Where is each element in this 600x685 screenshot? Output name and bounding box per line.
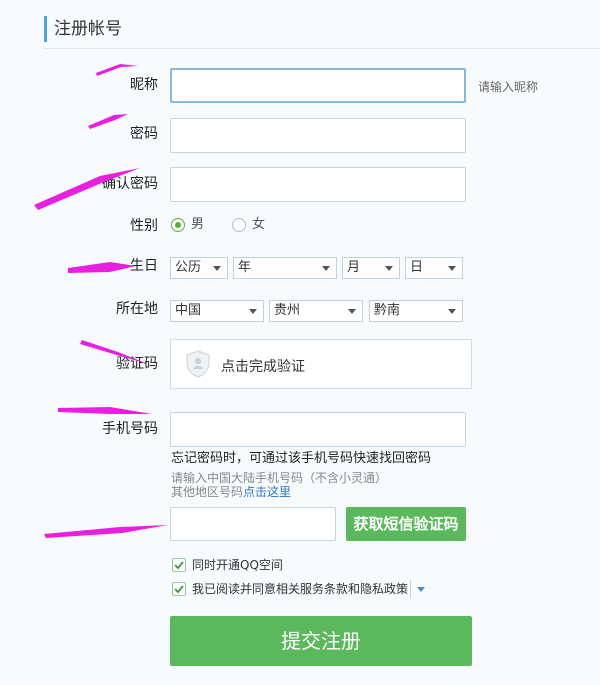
gender-label: 性别 <box>130 218 158 234</box>
agree-label: 我已阅读并同意相关服务条款和隐私政策 <box>192 582 409 596</box>
shield-icon <box>186 350 210 378</box>
check-icon <box>174 585 184 594</box>
phone-input[interactable] <box>170 412 466 447</box>
nickname-label: 昵称 <box>130 77 158 93</box>
confirm-password-label: 确认密码 <box>102 176 158 192</box>
password-input[interactable] <box>170 118 466 153</box>
nickname-hint: 请输入昵称 <box>478 80 539 94</box>
gender-male-radio[interactable] <box>171 218 185 232</box>
captcha-text: 点击完成验证 <box>221 359 305 375</box>
agree-divider <box>410 580 411 598</box>
chevron-down-icon <box>322 266 330 271</box>
location-label: 所在地 <box>116 301 158 317</box>
chevron-down-icon[interactable] <box>417 587 425 592</box>
calendar-value: 公历 <box>175 260 202 275</box>
gender-female-radio[interactable] <box>232 218 246 232</box>
chevron-down-icon <box>448 266 456 271</box>
agree-checkbox[interactable] <box>172 582 186 596</box>
month-value: 月 <box>347 260 361 275</box>
qzone-checkbox[interactable] <box>172 558 186 572</box>
header-accent-bar <box>44 16 47 42</box>
chevron-down-icon <box>249 309 257 314</box>
month-select[interactable]: 月 <box>342 257 400 279</box>
day-select[interactable]: 日 <box>405 257 463 279</box>
get-sms-code-button[interactable]: 获取短信验证码 <box>346 507 466 541</box>
country-value: 中国 <box>175 303 202 318</box>
gender-male-label: 男 <box>191 217 205 232</box>
qzone-label: 同时开通QQ空间 <box>192 558 283 572</box>
phone-tip: 忘记密码时，可通过该手机号码快速找回密码 <box>171 451 432 466</box>
day-value: 日 <box>410 260 424 275</box>
phone-label: 手机号码 <box>102 421 158 437</box>
chevron-down-icon <box>448 309 456 314</box>
password-label: 密码 <box>130 126 158 142</box>
confirm-password-input[interactable] <box>170 167 466 202</box>
chevron-down-icon <box>348 309 356 314</box>
gender-female-label: 女 <box>252 217 266 232</box>
province-value: 贵州 <box>274 303 301 318</box>
birthday-label: 生日 <box>130 258 158 274</box>
nickname-input[interactable] <box>170 68 466 103</box>
year-select[interactable]: 年 <box>233 257 337 279</box>
city-select[interactable]: 黔南 <box>369 300 463 322</box>
captcha-label: 验证码 <box>116 356 158 372</box>
submit-button[interactable]: 提交注册 <box>170 616 472 666</box>
header-divider <box>44 48 600 49</box>
arrow-icon <box>58 407 152 414</box>
province-select[interactable]: 贵州 <box>269 300 363 322</box>
calendar-select[interactable]: 公历 <box>170 257 228 279</box>
arrow-icon <box>44 525 168 538</box>
captcha-box[interactable]: 点击完成验证 <box>170 339 472 389</box>
page-title: 注册帐号 <box>54 19 122 39</box>
country-select[interactable]: 中国 <box>170 300 264 322</box>
chevron-down-icon <box>213 266 221 271</box>
check-icon <box>174 561 184 570</box>
phone-other-link[interactable]: 点击这里 <box>243 485 291 499</box>
year-value: 年 <box>238 260 252 275</box>
city-value: 黔南 <box>374 303 401 318</box>
phone-other: 其他地区号码点击这里 <box>171 484 291 500</box>
phone-other-prefix: 其他地区号码 <box>171 485 244 499</box>
sms-code-input[interactable] <box>170 507 336 541</box>
chevron-down-icon <box>385 266 393 271</box>
